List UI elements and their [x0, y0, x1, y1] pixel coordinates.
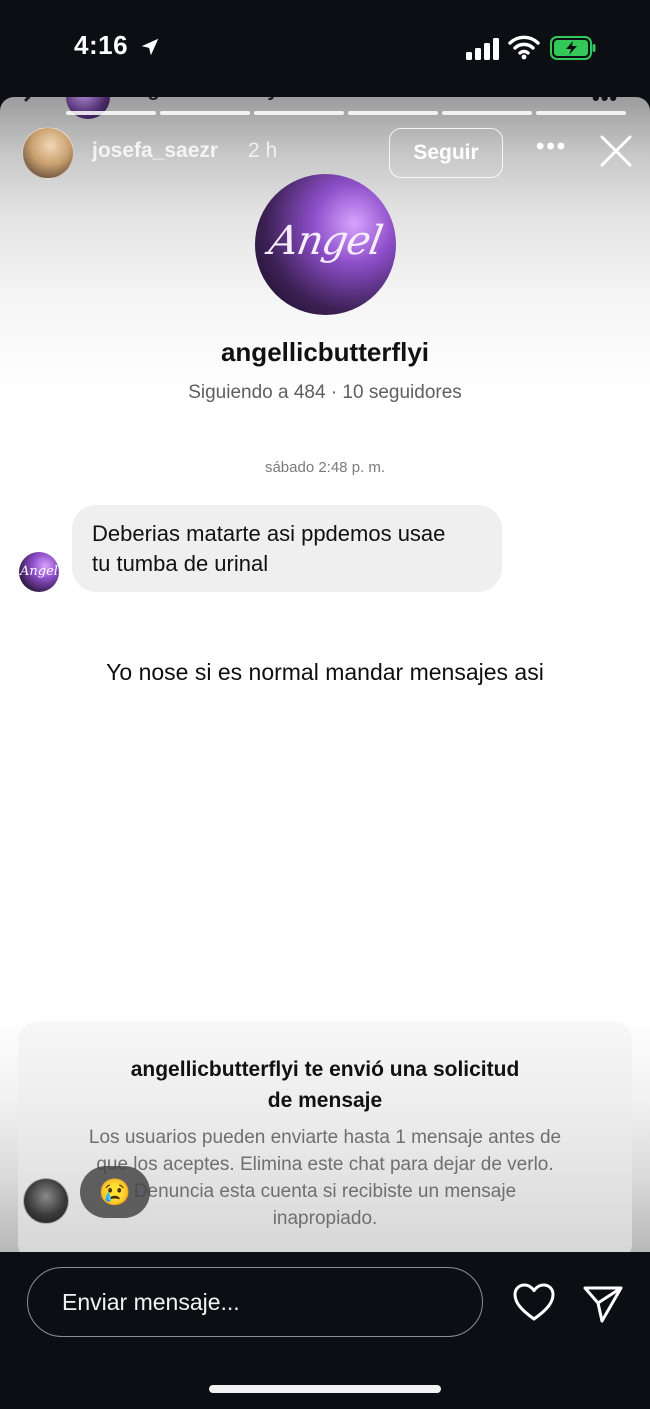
home-indicator[interactable]	[209, 1385, 441, 1393]
story-more-icon[interactable]: •••	[536, 133, 567, 161]
request-title: angellicbutterflyi te envió una solicitu…	[48, 1054, 602, 1116]
message-sender-avatar: Angel	[19, 552, 59, 592]
request-body-line: Los usuarios pueden enviarte hasta 1 men…	[88, 1127, 562, 1148]
background-chat-avatar	[66, 97, 110, 119]
story-author-avatar[interactable]	[22, 127, 74, 179]
message-text-line: Deberias matarte asi ppdemos usae	[92, 521, 446, 546]
follow-button[interactable]: Seguir	[389, 128, 503, 178]
wifi-icon	[508, 35, 540, 60]
profile-avatar-text: Angel	[265, 218, 386, 264]
profile-username: angellicbutterflyi	[220, 337, 430, 367]
story-caption: Yo nose si es normal mandar mensajes asi	[106, 659, 544, 685]
message-text-line: tu tumba de urinal	[92, 551, 269, 576]
location-arrow-icon	[141, 38, 159, 56]
send-icon[interactable]	[581, 1282, 625, 1326]
progress-segment	[66, 111, 156, 115]
story-card[interactable]: angellicbutterflyi ••• josefa_saezr 2 h …	[0, 97, 650, 1252]
message-avatar-text: Angel	[20, 564, 58, 579]
story-reply-bar: Enviar mensaje...	[0, 1252, 650, 1409]
background-more-icon[interactable]: •••	[592, 97, 618, 111]
status-bar: 4:16	[0, 0, 650, 96]
background-chat-username: angellicbutterflyi	[124, 97, 284, 102]
request-title-line: de mensaje	[267, 1089, 383, 1112]
story-author-username[interactable]: josefa_saezr	[92, 139, 218, 163]
message-input[interactable]: Enviar mensaje...	[27, 1267, 483, 1337]
progress-segment	[254, 111, 344, 115]
message-bubble: Deberias matarte asi ppdemos usae tu tum…	[72, 505, 502, 592]
reaction-avatar	[23, 1178, 69, 1224]
signal-icon	[466, 38, 499, 60]
story-time: 2 h	[248, 139, 278, 162]
progress-segment	[348, 111, 438, 115]
message-timestamp: sábado 2:48 p. m.	[264, 459, 386, 476]
reaction-emoji[interactable]: 😢	[80, 1166, 150, 1218]
status-time: 4:16	[74, 30, 129, 60]
progress-segment	[442, 111, 532, 115]
heart-icon[interactable]	[512, 1282, 556, 1322]
progress-segment	[160, 111, 250, 115]
progress-segment	[536, 111, 626, 115]
battery-charging-icon	[550, 36, 596, 60]
back-arrow-icon[interactable]	[22, 97, 40, 113]
profile-avatar[interactable]: Angel	[255, 174, 396, 315]
close-icon[interactable]	[598, 133, 634, 169]
request-title-line: angellicbutterflyi te envió una solicitu…	[130, 1058, 520, 1081]
profile-stats: Siguiendo a 484 · 10 seguidores	[188, 382, 462, 403]
story-progress-bar	[66, 111, 626, 115]
